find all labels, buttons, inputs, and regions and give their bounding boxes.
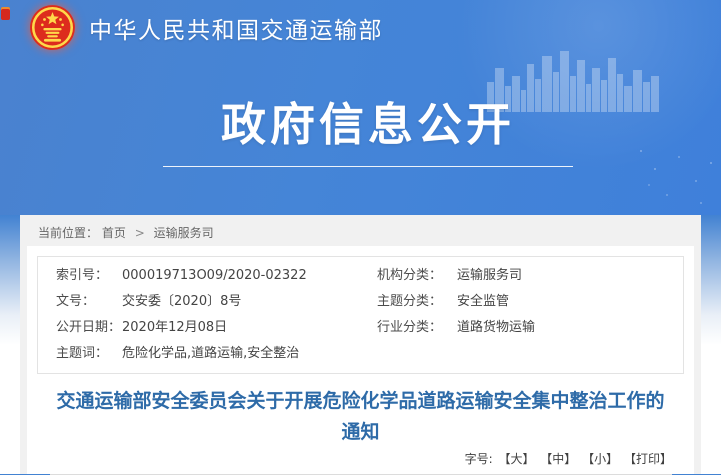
meta-label-keywords: 主题词： xyxy=(56,341,122,367)
meta-value-industry: 道路货物运输 xyxy=(457,315,683,341)
font-size-toolbar: 字号: 【大】 【中】 【小】 【打印】 xyxy=(27,451,694,467)
breadcrumb-prefix: 当前位置： xyxy=(38,226,98,240)
article-panel: 索引号： 000019713O09/2020-02322 机构分类： 运输服务司… xyxy=(27,246,694,474)
national-emblem-icon xyxy=(29,4,76,51)
meta-label-topic: 主题分类： xyxy=(377,289,457,315)
font-size-large-button[interactable]: 【大】 xyxy=(498,452,534,466)
meta-label-index: 索引号： xyxy=(56,263,122,289)
table-row: 公开日期： 2020年12月08日 行业分类： 道路货物运输 xyxy=(38,315,683,341)
meta-label-industry: 行业分类： xyxy=(377,315,457,341)
table-row: 主题词： 危险化学品,道路运输,安全整治 xyxy=(38,341,683,367)
meta-value-empty xyxy=(457,341,683,367)
meta-label-empty xyxy=(377,341,457,367)
breadcrumb: 当前位置： 首页 > 运输服务司 xyxy=(20,215,701,246)
breadcrumb-separator: > xyxy=(135,226,145,240)
site-logo[interactable]: 中华人民共和国交通运输部 xyxy=(29,4,383,51)
meta-value-keywords: 危险化学品,道路运输,安全整治 xyxy=(122,341,377,367)
meta-value-date: 2020年12月08日 xyxy=(122,315,377,341)
meta-value-index: 000019713O09/2020-02322 xyxy=(122,263,377,289)
document-meta-table: 索引号： 000019713O09/2020-02322 机构分类： 运输服务司… xyxy=(37,256,684,374)
font-size-small-button[interactable]: 【小】 xyxy=(582,452,618,466)
meta-value-org: 运输服务司 xyxy=(457,263,683,289)
content-wrapper: 当前位置： 首页 > 运输服务司 索引号： 000019713O09/2020-… xyxy=(20,215,701,474)
site-banner: 中华人民共和国交通运输部 政府信息公开 xyxy=(0,0,721,215)
print-button[interactable]: 【打印】 xyxy=(624,452,672,466)
breadcrumb-section-link[interactable]: 运输服务司 xyxy=(154,226,214,240)
meta-value-docno: 交安委〔2020〕8号 xyxy=(122,289,377,315)
font-size-label: 字号: xyxy=(465,452,493,466)
table-row: 文号： 交安委〔2020〕8号 主题分类： 安全监管 xyxy=(38,289,683,315)
meta-label-date: 公开日期： xyxy=(56,315,122,341)
constellation-dots-graphic xyxy=(640,150,642,152)
meta-value-topic: 安全监管 xyxy=(457,289,683,315)
site-title: 中华人民共和国交通运输部 xyxy=(89,11,383,45)
document-title: 交通运输部安全委员会关于开展危险化学品道路运输安全集中整治工作的通知 xyxy=(55,386,666,448)
page-title: 政府信息公开 xyxy=(221,98,515,151)
breadcrumb-home-link[interactable]: 首页 xyxy=(102,226,126,240)
meta-label-org: 机构分类： xyxy=(377,263,457,289)
table-row: 索引号： 000019713O09/2020-02322 机构分类： 运输服务司 xyxy=(38,263,683,289)
mini-flag-icon xyxy=(1,7,10,20)
font-size-medium-button[interactable]: 【中】 xyxy=(540,452,576,466)
banner-heading: 政府信息公开 xyxy=(163,88,573,167)
meta-label-docno: 文号： xyxy=(56,289,122,315)
